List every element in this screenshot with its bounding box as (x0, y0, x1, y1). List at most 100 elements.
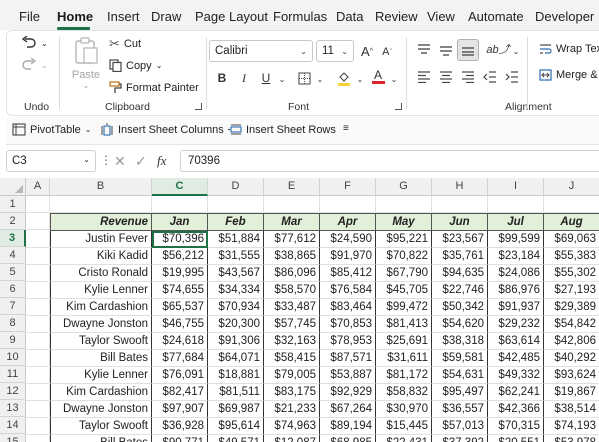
decrease-indent-button[interactable] (481, 68, 499, 86)
tab-home[interactable]: Home (57, 9, 93, 24)
value-cell[interactable]: $97,907 (152, 401, 208, 418)
tab-formulas[interactable]: Formulas (273, 9, 327, 24)
value-cell[interactable]: $36,557 (432, 401, 488, 418)
row-header-6[interactable]: 6 (0, 281, 26, 298)
table-header-cell[interactable]: Apr (320, 213, 376, 231)
table-header-cell[interactable]: Jul (488, 213, 544, 231)
value-cell[interactable]: $69,987 (208, 401, 264, 418)
value-cell[interactable]: $56,212 (152, 248, 208, 265)
value-cell[interactable]: $63,614 (488, 333, 544, 350)
cell[interactable] (376, 196, 432, 213)
table-header-cell[interactable]: Jan (152, 213, 208, 231)
increase-font-size-button[interactable]: A ^ (358, 42, 376, 60)
value-cell[interactable]: $22,431 (376, 435, 432, 442)
cut-button[interactable]: ✂ Cut (109, 36, 141, 52)
value-cell[interactable]: $54,620 (432, 316, 488, 333)
cell[interactable] (208, 196, 264, 213)
value-cell[interactable]: $30,970 (376, 401, 432, 418)
value-cell[interactable]: $27,193 (544, 282, 599, 299)
value-cell[interactable]: $74,963 (264, 418, 320, 435)
value-cell[interactable]: $54,631 (432, 367, 488, 384)
fill-color-dropdown-icon[interactable]: ⌄ (351, 70, 369, 88)
value-cell[interactable]: $86,096 (264, 265, 320, 282)
value-cell[interactable]: $85,412 (320, 265, 376, 282)
wrap-text-button[interactable]: Wrap Tex (539, 43, 599, 55)
paste-button[interactable]: Paste ⌄ (71, 37, 101, 97)
cell[interactable] (544, 196, 599, 213)
cell[interactable] (26, 231, 50, 248)
table-header-cell[interactable]: Mar (264, 213, 320, 231)
cell[interactable] (432, 196, 488, 213)
cell[interactable] (320, 196, 376, 213)
value-cell[interactable]: $53,887 (320, 367, 376, 384)
value-cell[interactable]: $74,193 (544, 418, 599, 435)
cell[interactable] (26, 316, 50, 333)
align-bottom-button[interactable] (457, 39, 479, 61)
value-cell[interactable]: $64,071 (208, 350, 264, 367)
value-cell[interactable]: $77,684 (152, 350, 208, 367)
value-cell[interactable]: $76,091 (152, 367, 208, 384)
value-cell[interactable]: $38,318 (432, 333, 488, 350)
row-header-2[interactable]: 2 (0, 213, 26, 230)
value-cell[interactable]: $70,934 (208, 299, 264, 316)
row-name-cell[interactable]: Kylie Lenner (50, 367, 152, 384)
value-cell[interactable]: $62,241 (488, 384, 544, 401)
insert-function-button[interactable]: fx (157, 153, 166, 169)
value-cell[interactable]: $67,264 (320, 401, 376, 418)
cell[interactable] (26, 435, 50, 442)
cell[interactable] (26, 401, 50, 418)
value-cell[interactable]: $91,306 (208, 333, 264, 350)
row-header-11[interactable]: 11 (0, 366, 26, 383)
value-cell[interactable]: $25,691 (376, 333, 432, 350)
tab-developer[interactable]: Developer (535, 9, 594, 24)
tab-draw[interactable]: Draw (151, 9, 181, 24)
value-cell[interactable]: $94,635 (432, 265, 488, 282)
row-header-14[interactable]: 14 (0, 417, 26, 434)
name-box[interactable]: C3 ⌄ (6, 150, 96, 172)
value-cell[interactable]: $82,417 (152, 384, 208, 401)
align-right-button[interactable] (459, 68, 477, 86)
value-cell[interactable]: $40,292 (544, 350, 599, 367)
value-cell[interactable]: $34,334 (208, 282, 264, 299)
value-cell[interactable]: $19,995 (152, 265, 208, 282)
value-cell[interactable]: $55,383 (544, 248, 599, 265)
tab-automate[interactable]: Automate (468, 9, 524, 24)
value-cell[interactable]: $70,822 (376, 248, 432, 265)
font-size-select[interactable]: 11 ⌄ (316, 40, 354, 62)
merge-center-button[interactable]: Merge & (539, 69, 598, 81)
row-name-cell[interactable]: Kim Cardashion (50, 384, 152, 401)
value-cell[interactable]: $81,511 (208, 384, 264, 401)
cell[interactable] (26, 213, 50, 230)
value-cell[interactable]: $59,581 (432, 350, 488, 367)
tab-insert[interactable]: Insert (107, 9, 140, 24)
cell[interactable] (26, 196, 50, 213)
value-cell[interactable]: $65,537 (152, 299, 208, 316)
row-header-5[interactable]: 5 (0, 264, 26, 281)
value-cell[interactable]: $37,392 (432, 435, 488, 442)
cell[interactable] (488, 196, 544, 213)
value-cell[interactable]: $22,746 (432, 282, 488, 299)
value-cell[interactable]: $57,013 (432, 418, 488, 435)
bold-button[interactable]: B (213, 69, 231, 87)
value-cell[interactable]: $77,612 (264, 231, 320, 248)
decrease-font-size-button[interactable]: Aˇ (378, 43, 396, 61)
value-cell[interactable]: $55,302 (544, 265, 599, 282)
insert-sheet-columns-button[interactable]: Insert Sheet Columns (100, 123, 224, 136)
row-header-10[interactable]: 10 (0, 349, 26, 366)
value-cell[interactable]: $45,705 (376, 282, 432, 299)
value-cell[interactable]: $38,865 (264, 248, 320, 265)
cell[interactable] (50, 196, 152, 213)
value-cell[interactable]: $15,445 (376, 418, 432, 435)
tab-page-layout[interactable]: Page Layout (195, 9, 268, 24)
column-header-e[interactable]: E (264, 178, 320, 196)
value-cell[interactable]: $20,300 (208, 316, 264, 333)
row-header-1[interactable]: 1 (0, 196, 26, 213)
table-header-cell[interactable]: Revenue (50, 213, 152, 231)
paste-dropdown-icon[interactable]: ⌄ (71, 81, 101, 90)
tab-view[interactable]: View (427, 9, 455, 24)
column-header-j[interactable]: J (544, 178, 599, 196)
column-header-d[interactable]: D (208, 178, 264, 196)
row-header-4[interactable]: 4 (0, 247, 26, 264)
row-header-12[interactable]: 12 (0, 383, 26, 400)
cell[interactable] (26, 265, 50, 282)
